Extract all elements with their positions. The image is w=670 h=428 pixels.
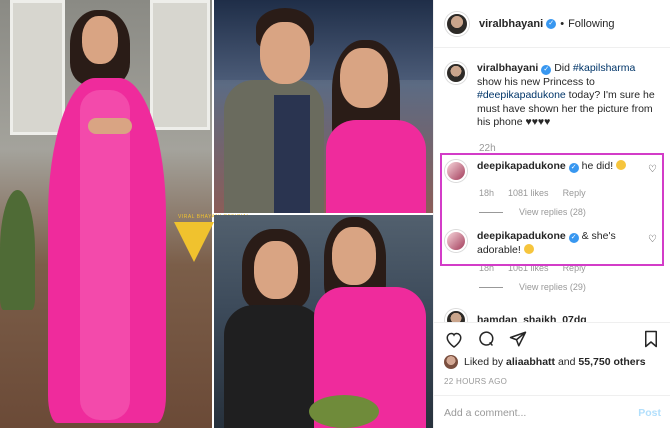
bookmark-icon[interactable]	[641, 329, 661, 349]
photo-kapil-deepika	[214, 0, 433, 213]
author-username[interactable]: viralbhayani	[479, 18, 543, 30]
likes-summary: Liked by aliaabhatt and 55,750 others	[444, 355, 646, 369]
verified-icon: ✓	[546, 18, 557, 29]
plant	[0, 190, 35, 310]
like-heart-icon[interactable]	[444, 329, 464, 349]
share-icon[interactable]	[508, 329, 528, 349]
post-comment-button[interactable]: Post	[638, 407, 661, 419]
caption-text: viralbhayani ✓ Did #kapilsharma show his …	[477, 62, 655, 128]
liker-username[interactable]: aliaabhatt	[506, 356, 555, 368]
comments-highlight-box	[440, 153, 664, 266]
hands	[88, 118, 132, 134]
photo-meghna-deepika	[214, 215, 433, 428]
hashtag-deepikapadukone[interactable]: #deepikapadukone	[477, 89, 566, 101]
caption-avatar[interactable]	[445, 62, 467, 84]
hashtag-kapilsharma[interactable]: #kapilsharma	[573, 62, 635, 74]
add-comment-bar: Post	[434, 395, 670, 428]
separator-dot: •	[560, 17, 565, 30]
post-header: viralbhayani ✓ • Following	[434, 0, 670, 48]
comment-icon[interactable]	[476, 329, 496, 349]
verified-icon: ✓	[541, 65, 552, 75]
background-window	[10, 0, 65, 135]
post-timestamp[interactable]: 22 HOURS AGO	[444, 377, 507, 386]
post-actions: Liked by aliaabhatt and 55,750 others 22…	[434, 322, 670, 428]
liker-avatar[interactable]	[444, 355, 458, 369]
author-avatar[interactable]	[445, 11, 469, 36]
post-media[interactable]: VIRAL BHAYANI OFFICIAL	[0, 0, 433, 428]
view-replies-button[interactable]: View replies (29)	[479, 282, 665, 292]
background-window-right	[150, 0, 210, 130]
fruit-bowl	[309, 395, 379, 428]
post-caption: viralbhayani ✓ Did #kapilsharma show his …	[445, 62, 665, 130]
likes-count[interactable]: 55,750 others	[578, 356, 645, 368]
comment-input[interactable]	[444, 406, 639, 419]
following-button[interactable]: Following	[568, 18, 614, 30]
caption-username[interactable]: viralbhayani	[477, 62, 538, 74]
